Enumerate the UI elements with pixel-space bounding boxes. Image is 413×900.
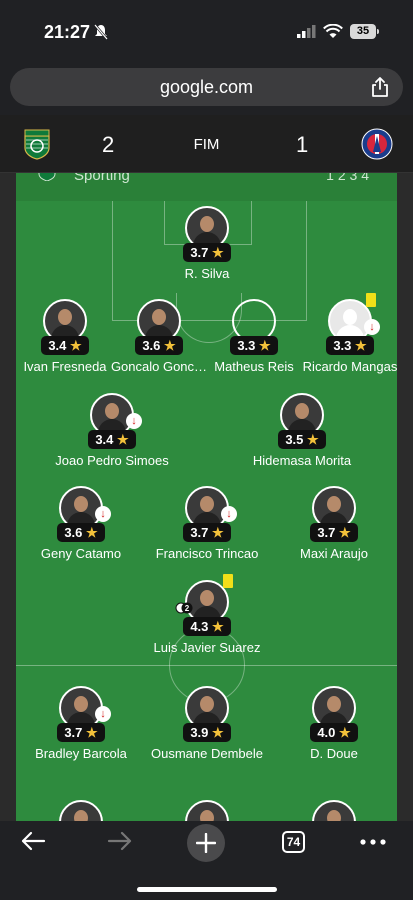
player-rating: 3.7 ★ bbox=[183, 523, 231, 542]
player-name: Luis Javier Suarez bbox=[153, 640, 261, 655]
team-crest-icon bbox=[38, 173, 56, 181]
player-rating: 3.4 ★ bbox=[41, 336, 89, 355]
plus-icon bbox=[196, 833, 216, 853]
player-name: Hidemasa Morita bbox=[252, 453, 352, 468]
player-rating: 3.3 ★ bbox=[326, 336, 374, 355]
yellow-card-icon bbox=[366, 293, 376, 307]
sub-off-arrow-icon: ↓ bbox=[95, 706, 111, 722]
yellow-card-icon bbox=[223, 574, 233, 588]
status-bar: 21:27 35 bbox=[0, 0, 413, 60]
arrow-right-icon[interactable] bbox=[107, 829, 133, 853]
player-name: Joao Pedro Simoes bbox=[55, 453, 169, 468]
match-score-bar[interactable]: 2 FIM 1 bbox=[0, 115, 413, 173]
sub-off-arrow-icon: ↓ bbox=[126, 413, 142, 429]
player-name: Geny Catamo bbox=[40, 546, 122, 561]
sub-off-arrow-icon: ↓ bbox=[364, 319, 380, 335]
player-name: R. Silva bbox=[184, 266, 230, 281]
address-bar[interactable]: google.com bbox=[10, 68, 403, 106]
wifi-icon bbox=[323, 24, 343, 38]
share-icon[interactable] bbox=[371, 77, 389, 97]
player-rating: 3.3 ★ bbox=[230, 336, 278, 355]
battery-indicator: 35 bbox=[350, 24, 376, 39]
sub-off-arrow-icon: ↓ bbox=[221, 506, 237, 522]
url-text[interactable]: google.com bbox=[10, 77, 403, 98]
team-header-form: 1 2 3 4 bbox=[326, 173, 369, 183]
browser-bottom-bar: 74 bbox=[0, 821, 413, 900]
status-time: 21:27 bbox=[44, 22, 91, 42]
arrow-left-icon[interactable] bbox=[20, 829, 46, 853]
player-name: D. Doue bbox=[310, 746, 358, 761]
signal-icon bbox=[297, 25, 316, 38]
player-name: Bradley Barcola bbox=[35, 746, 127, 761]
home-indicator[interactable] bbox=[137, 887, 277, 892]
player-rating: 3.5 ★ bbox=[278, 430, 326, 449]
more-dots-icon[interactable] bbox=[360, 839, 386, 845]
player-name: Francisco Trincao bbox=[155, 546, 259, 561]
player-rating: 3.6 ★ bbox=[135, 336, 183, 355]
player-rating: 3.7 ★ bbox=[183, 243, 231, 262]
away-score: 1 bbox=[296, 132, 309, 157]
team-header: Sporting 1 2 3 4 bbox=[16, 173, 397, 201]
player-rating: 3.9 ★ bbox=[183, 723, 231, 742]
team-header-name: Sporting bbox=[74, 173, 130, 184]
browser-toolbar: google.com bbox=[0, 60, 413, 115]
goals-badge-icon: 2 bbox=[175, 602, 193, 614]
new-tab-button[interactable] bbox=[187, 824, 225, 862]
goals-count: 2 bbox=[185, 604, 190, 613]
sub-off-arrow-icon: ↓ bbox=[95, 506, 111, 522]
match-status: FIM bbox=[193, 136, 220, 153]
psg-crest-icon bbox=[361, 128, 393, 160]
player-name: Ricardo Mangas bbox=[302, 359, 398, 374]
player-rating: 4.0 ★ bbox=[310, 723, 358, 742]
battery-cap bbox=[377, 29, 379, 34]
player-rating: 3.7 ★ bbox=[57, 723, 105, 742]
tabs-count-button[interactable]: 74 bbox=[282, 831, 305, 853]
player-rating: 3.7 ★ bbox=[310, 523, 358, 542]
player-rating: 4.3 ★ bbox=[183, 617, 231, 636]
player-name: Ousmane Dembele bbox=[151, 746, 263, 761]
bell-muted-icon bbox=[94, 24, 108, 40]
player-name: Maxi Araujo bbox=[300, 546, 368, 561]
player-rating: 3.6 ★ bbox=[57, 523, 105, 542]
player-rating: 3.4 ★ bbox=[88, 430, 136, 449]
